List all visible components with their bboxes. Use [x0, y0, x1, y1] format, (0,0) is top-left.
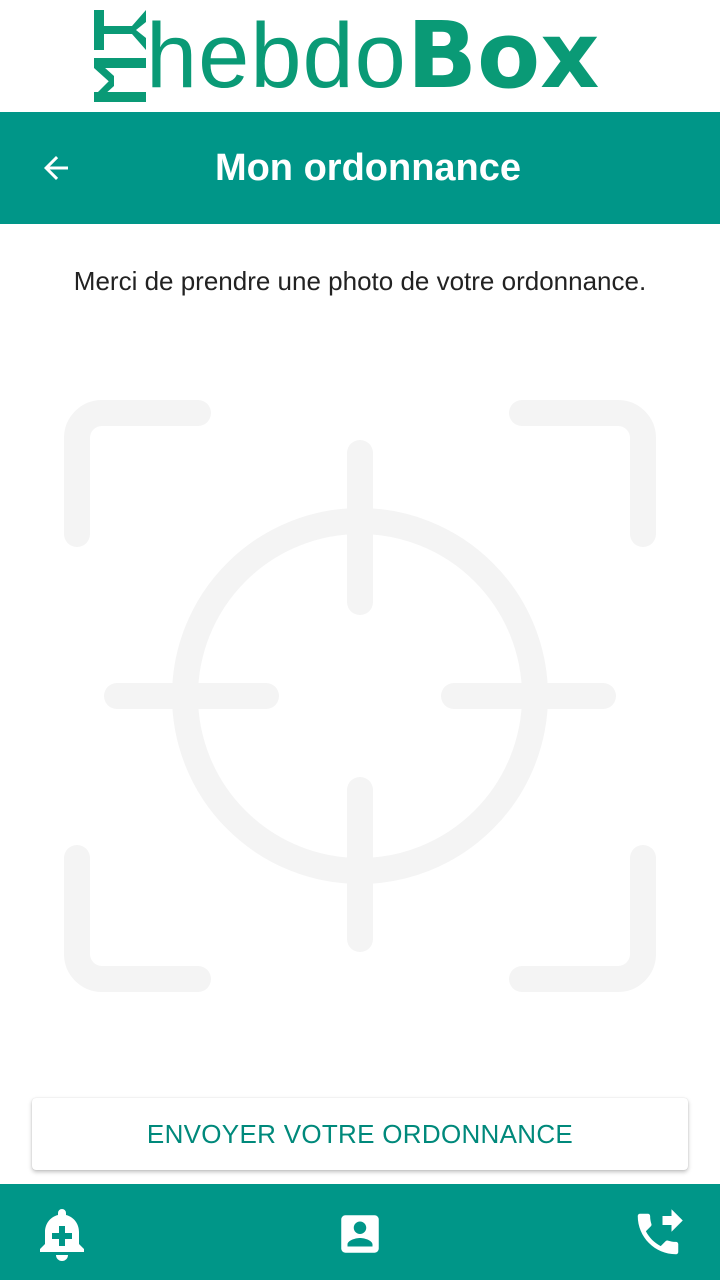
app-logo: hebdo Box — [92, 6, 600, 102]
nav-item-call[interactable] — [630, 1206, 686, 1262]
medical-alert-bell-icon — [40, 1209, 84, 1261]
arrow-back-icon — [44, 156, 68, 180]
logo-box-text: Box — [406, 2, 600, 109]
instruction-text: Merci de prendre une photo de votre ordo… — [73, 266, 647, 296]
logo-header: hebdo Box — [0, 0, 720, 112]
back-button[interactable] — [26, 138, 86, 198]
logo-hebdo-text: hebdo — [146, 5, 407, 107]
camera-target-icon — [64, 400, 656, 992]
nav-item-alerts[interactable] — [34, 1206, 90, 1262]
camera-target-area[interactable] — [60, 396, 660, 996]
bottom-nav — [0, 1184, 720, 1280]
account-box-icon — [341, 1215, 379, 1253]
phone-forwarded-icon — [637, 1209, 683, 1255]
logo-my — [92, 6, 150, 102]
send-prescription-button[interactable]: ENVOYER VOTRE ORDONNANCE — [32, 1098, 688, 1170]
page-title: Mon ordonnance — [214, 147, 522, 189]
app-bar: Mon ordonnance — [0, 112, 720, 224]
nav-item-profile[interactable] — [332, 1206, 388, 1262]
